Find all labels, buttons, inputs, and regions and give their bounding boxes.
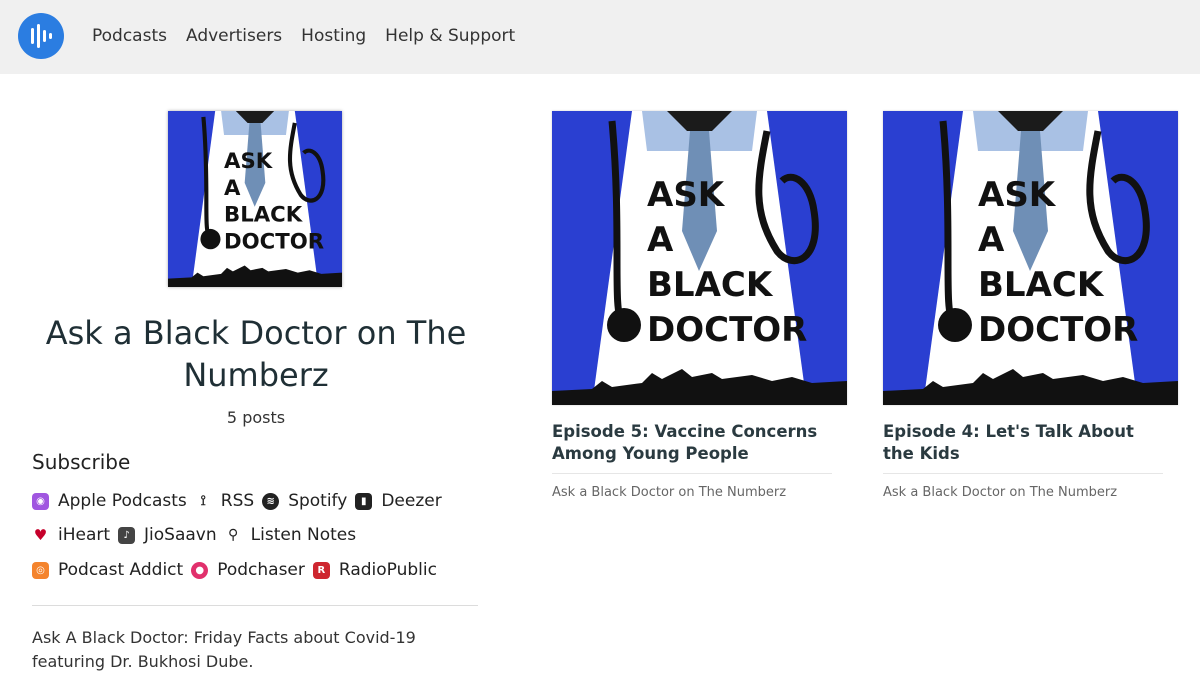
subscribe-radiopublic[interactable]: R RadioPublic (312, 560, 437, 580)
subscribe-label: Podchaser (217, 560, 305, 580)
subscribe-label: Apple Podcasts (58, 491, 187, 511)
episode-card[interactable]: ASK A BLACK DOCTOR Episode 5: Vaccine Co… (552, 111, 847, 500)
episode-show-name[interactable]: Ask a Black Doctor on The Numberz (883, 485, 1178, 500)
subscribe-label: RSS (220, 491, 255, 511)
episode-title[interactable]: Episode 5: Vaccine Concerns Among Young … (552, 421, 832, 465)
subscribe-label: JioSaavn (144, 525, 217, 545)
cover-line-a: A (647, 220, 674, 260)
cover-line-ask: ASK (647, 175, 726, 215)
divider (552, 473, 832, 474)
cover-line-doctor: DOCTOR (647, 310, 807, 350)
subscribe-podchaser[interactable]: ● Podchaser (191, 560, 305, 580)
podcast-addict-icon: ◎ (32, 561, 49, 579)
subscribe-label: Listen Notes (250, 525, 357, 545)
cover-line-a: A (978, 220, 1005, 260)
subscribe-jiosaavn[interactable]: ♪ JioSaavn (118, 525, 217, 545)
subscribe-label: iHeart (58, 525, 111, 545)
listen-notes-icon: ⚲ (228, 527, 239, 543)
subscribe-row-2: ♥ iHeart ♪ JioSaavn ⚲ Listen Notes (32, 525, 364, 545)
cover-line-doctor: DOCTOR (224, 230, 325, 255)
subscribe-apple-podcasts[interactable]: ◉ Apple Podcasts (32, 491, 187, 511)
cover-line-black: BLACK (224, 203, 304, 228)
podcast-description: Ask A Black Doctor: Friday Facts about C… (32, 628, 416, 671)
nav-hosting[interactable]: Hosting (301, 26, 366, 46)
cover-line-black: BLACK (647, 265, 774, 305)
podchaser-icon: ● (191, 561, 209, 579)
subscribe-spotify[interactable]: ≋ Spotify (262, 491, 347, 511)
subscribe-listen-notes[interactable]: ⚲ Listen Notes (225, 525, 356, 545)
top-navigation-bar: Podcasts Advertisers Hosting Help & Supp… (0, 0, 1200, 74)
nav-podcasts[interactable]: Podcasts (92, 26, 167, 46)
podcast-cover-image[interactable]: ASK A BLACK DOCTOR (168, 111, 342, 287)
radiopublic-icon: R (312, 561, 330, 579)
subscribe-rss[interactable]: ⟟ RSS (195, 491, 255, 511)
deezer-icon: ▮ (355, 492, 373, 510)
iheart-icon: ♥ (33, 526, 48, 544)
jiosaavn-icon: ♪ (118, 526, 136, 544)
subscribe-label: RadioPublic (338, 560, 437, 580)
post-count: 5 posts (226, 408, 286, 427)
episode-artwork[interactable]: ASK A BLACK DOCTOR (552, 111, 847, 405)
cover-line-doctor: DOCTOR (978, 310, 1138, 350)
subscribe-label: Deezer (381, 491, 442, 511)
cover-line-ask: ASK (224, 149, 274, 174)
episode-title[interactable]: Episode 4: Let's Talk About the Kids (883, 421, 1163, 465)
episode-show-name[interactable]: Ask a Black Doctor on The Numberz (552, 485, 847, 500)
nav-advertisers[interactable]: Advertisers (186, 26, 282, 46)
cover-line-ask: ASK (978, 175, 1057, 215)
divider (32, 605, 478, 606)
subscribe-row-3: ◎ Podcast Addict ● Podchaser R RadioPubl… (32, 560, 445, 580)
subscribe-row-1: ◉ Apple Podcasts ⟟ RSS ≋ Spotify ▮ Deeze… (32, 491, 450, 511)
episode-card[interactable]: ASK A BLACK DOCTOR Episode 4: Let's Talk… (883, 111, 1178, 500)
subscribe-podcast-addict[interactable]: ◎ Podcast Addict (32, 560, 183, 580)
audioboom-logo-icon[interactable] (18, 13, 64, 59)
cover-line-black: BLACK (978, 265, 1105, 305)
podcast-title: Ask a Black Doctor on The Numberz (45, 314, 467, 394)
cover-line-a: A (224, 176, 241, 201)
spotify-icon: ≋ (262, 492, 280, 510)
apple-podcasts-icon: ◉ (32, 492, 49, 510)
rss-icon: ⟟ (200, 493, 206, 509)
subscribe-deezer[interactable]: ▮ Deezer (355, 491, 442, 511)
main-nav: Podcasts Advertisers Hosting Help & Supp… (92, 26, 515, 46)
subscribe-label: Spotify (288, 491, 348, 511)
subscribe-label: Podcast Addict (58, 560, 184, 580)
nav-help-support[interactable]: Help & Support (385, 26, 515, 46)
episode-artwork[interactable]: ASK A BLACK DOCTOR (883, 111, 1178, 405)
subscribe-heading: Subscribe (32, 450, 131, 474)
subscribe-iheart[interactable]: ♥ iHeart (32, 525, 110, 545)
divider (883, 473, 1163, 474)
